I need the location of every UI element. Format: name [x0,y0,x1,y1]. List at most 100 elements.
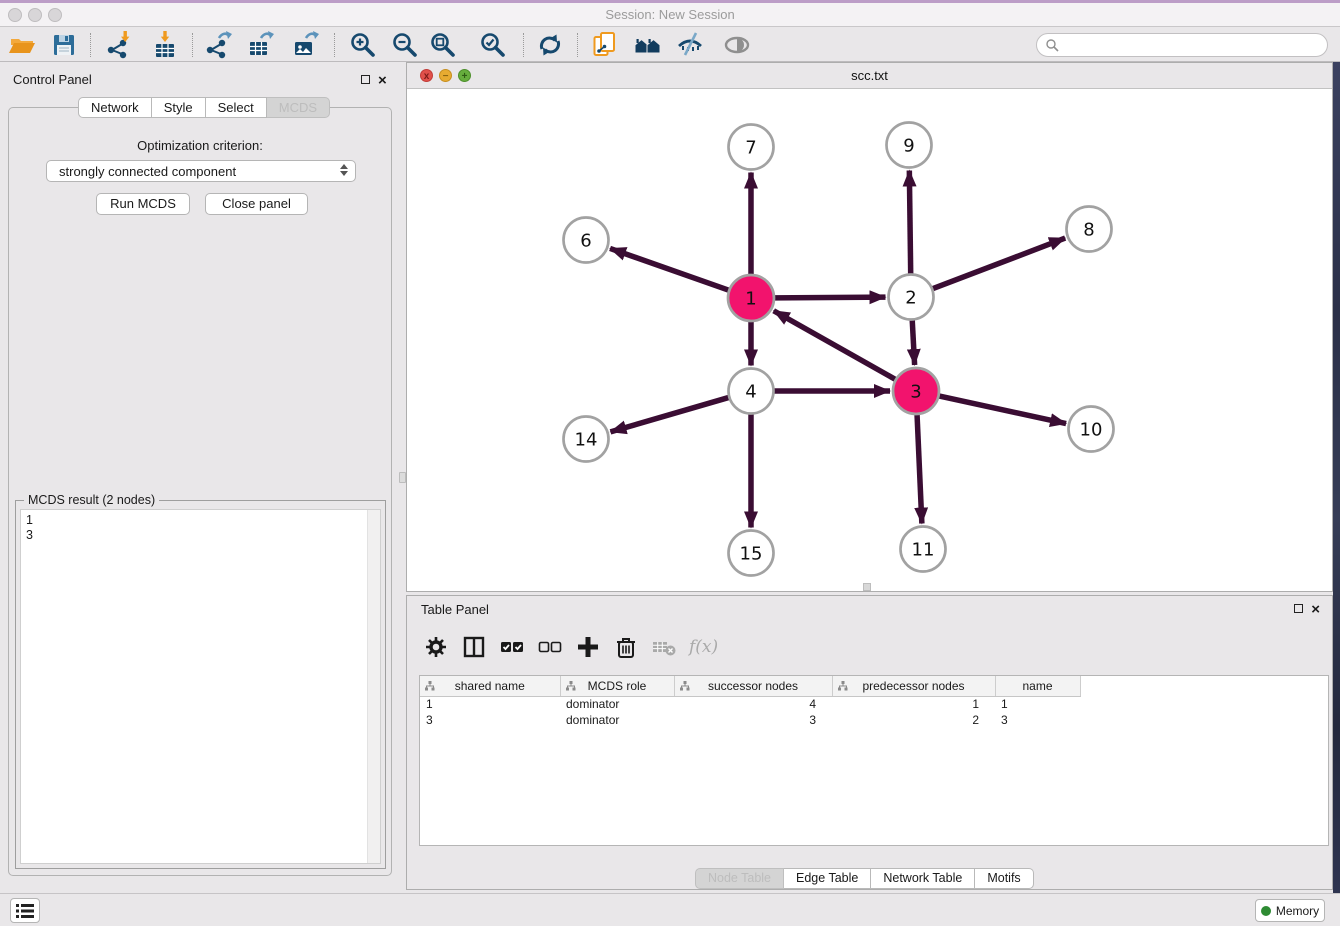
control-panel-float-icon[interactable] [361,75,370,84]
task-history-button[interactable] [10,898,40,923]
save-session-icon[interactable] [49,30,79,60]
zoom-selected-icon[interactable] [478,30,508,60]
tab-select[interactable]: Select [206,97,267,118]
edge-2-9[interactable] [909,170,910,273]
table-cell[interactable]: dominator [560,696,674,712]
column-header-name[interactable]: name [995,676,1080,696]
edge-3-10[interactable] [939,396,1066,423]
tab-style[interactable]: Style [152,97,206,118]
column-label: shared name [455,679,525,693]
edge-4-14[interactable] [610,398,728,432]
toolbar-separator [90,33,91,57]
edge-3-11[interactable] [917,415,922,524]
hide-details-icon[interactable] [675,30,705,60]
splitter-grip[interactable] [399,472,406,483]
column-label: predecessor nodes [862,679,964,693]
table-panel-close-icon[interactable]: × [1311,604,1320,616]
node-label-1: 1 [745,289,756,310]
zoom-out-icon[interactable] [390,30,420,60]
memory-button-label: Memory [1276,904,1319,918]
node-label-4: 4 [745,382,756,403]
search-field[interactable] [1036,33,1328,57]
node-label-15: 15 [740,544,763,565]
zoom-in-icon[interactable] [348,30,378,60]
table-cell[interactable]: 4 [674,696,832,712]
delete-column-trash-icon[interactable] [613,634,639,660]
tab-network-table[interactable]: Network Table [871,868,975,889]
table-settings-gear-icon[interactable] [423,634,449,660]
delete-table-icon[interactable] [651,634,677,660]
column-header-MCDS-role[interactable]: MCDS role [560,676,674,696]
column-label: successor nodes [708,679,798,693]
node-table-header-row: shared name MCDS role successor nodes prede… [420,676,1080,696]
run-mcds-button[interactable]: Run MCDS [96,193,190,215]
edge-2-8[interactable] [933,238,1065,289]
edge-1-6[interactable] [610,248,728,290]
node-label-3: 3 [910,382,921,403]
column-header-predecessor-nodes[interactable]: predecessor nodes [832,676,995,696]
node-table-grid: shared name MCDS role successor nodes prede… [420,676,1081,728]
table-cell[interactable]: 3 [674,712,832,728]
node-label-9: 9 [903,136,914,157]
table-cell[interactable]: 3 [995,712,1080,728]
zoom-fit-icon[interactable] [428,30,458,60]
mcds-result-title: MCDS result (2 nodes) [24,493,159,507]
table-cell[interactable]: 1 [995,696,1080,712]
mcds-result-list[interactable]: 13 [20,509,381,864]
export-image-icon[interactable] [291,30,321,60]
import-table-icon[interactable] [151,30,181,60]
mcds-result-lines: 13 [26,513,375,543]
table-cell[interactable]: 3 [420,712,560,728]
table-cell[interactable]: 1 [832,696,995,712]
show-details-icon[interactable] [722,30,752,60]
node-table[interactable]: shared name MCDS role successor nodes prede… [419,675,1329,846]
memory-button[interactable]: Memory [1255,899,1325,922]
show-columns-icon[interactable] [461,634,487,660]
table-cell[interactable]: dominator [560,712,674,728]
app-titlebar: Session: New Session [0,0,1340,27]
control-panel-close-icon[interactable]: × [378,75,387,87]
node-label-6: 6 [580,231,591,252]
table-panel: Table Panel × f(x) shared nameMCDS roles… [406,595,1333,890]
first-neighbors-icon[interactable] [633,30,663,60]
export-table-icon[interactable] [246,30,276,60]
mcds-result-group: MCDS result (2 nodes) 13 [15,500,386,869]
export-network-icon[interactable] [203,30,233,60]
tab-motifs[interactable]: Motifs [975,868,1033,889]
edge-1-2[interactable] [775,297,886,298]
edge-2-3[interactable] [912,320,914,365]
select-all-icon[interactable] [499,634,525,660]
criterion-select[interactable]: strongly connected component [46,160,356,182]
deselect-all-icon[interactable] [537,634,563,660]
control-panel: Control Panel × NetworkStyleSelectMCDS O… [0,62,400,884]
create-column-plus-icon[interactable] [575,634,601,660]
open-session-icon[interactable] [7,30,37,60]
table-row: 3dominator323 [420,712,1080,728]
tab-network[interactable]: Network [78,97,152,118]
toolbar-separator [523,33,524,57]
result-scrollbar[interactable] [367,510,380,863]
table-cell[interactable]: 1 [420,696,560,712]
table-panel-float-icon[interactable] [1294,604,1303,613]
tab-node-table[interactable]: Node Table [695,868,784,889]
table-cell[interactable]: 2 [832,712,995,728]
search-input[interactable] [1059,35,1327,55]
main-toolbar [0,28,1340,62]
table-toolbar: f(x) [423,630,718,664]
column-attribute-icon [680,681,690,691]
select-stepper-icon [340,164,348,176]
tab-mcds[interactable]: MCDS [267,97,330,118]
import-network-icon[interactable] [104,30,134,60]
close-panel-button[interactable]: Close panel [205,193,308,215]
tab-edge-table[interactable]: Edge Table [784,868,871,889]
clone-network-icon[interactable] [590,30,620,60]
column-label: MCDS role [588,679,647,693]
edge-3-1[interactable] [774,311,895,379]
canvas-grip[interactable] [863,583,871,591]
refresh-layout-icon[interactable] [535,30,565,60]
column-header-shared-name[interactable]: shared name [420,676,560,696]
column-header-successor-nodes[interactable]: successor nodes [674,676,832,696]
result-line: 3 [26,528,375,543]
network-canvas[interactable]: 7968124314101511 [407,89,1332,591]
function-builder-icon[interactable]: f(x) [689,634,718,660]
